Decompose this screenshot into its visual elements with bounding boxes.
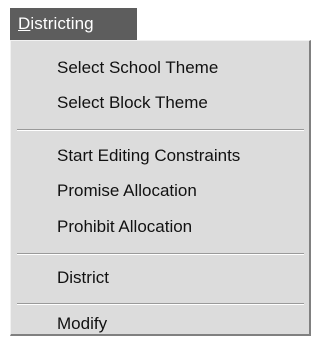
menu-item-select-block-theme[interactable]: Select Block Theme [57, 93, 208, 113]
menu-item-modify[interactable]: Modify [57, 314, 107, 334]
menu-item-district[interactable]: District [57, 268, 109, 288]
menu-separator [17, 129, 304, 131]
menu-separator [17, 303, 304, 305]
menu-item-start-editing-constraints[interactable]: Start Editing Constraints [57, 146, 240, 166]
menu-item-prohibit-allocation[interactable]: Prohibit Allocation [57, 217, 192, 237]
districting-menu-header[interactable]: Districting [10, 8, 137, 40]
districting-menu-title: Districting [18, 14, 94, 34]
menu-title-rest: istricting [30, 14, 94, 33]
districting-dropdown-menu: Select School Theme Select Block Theme S… [10, 40, 311, 336]
menu-item-select-school-theme[interactable]: Select School Theme [57, 58, 218, 78]
menu-title-mnemonic: D [18, 14, 31, 33]
menu-item-promise-allocation[interactable]: Promise Allocation [57, 181, 197, 201]
menu-separator [17, 253, 304, 255]
